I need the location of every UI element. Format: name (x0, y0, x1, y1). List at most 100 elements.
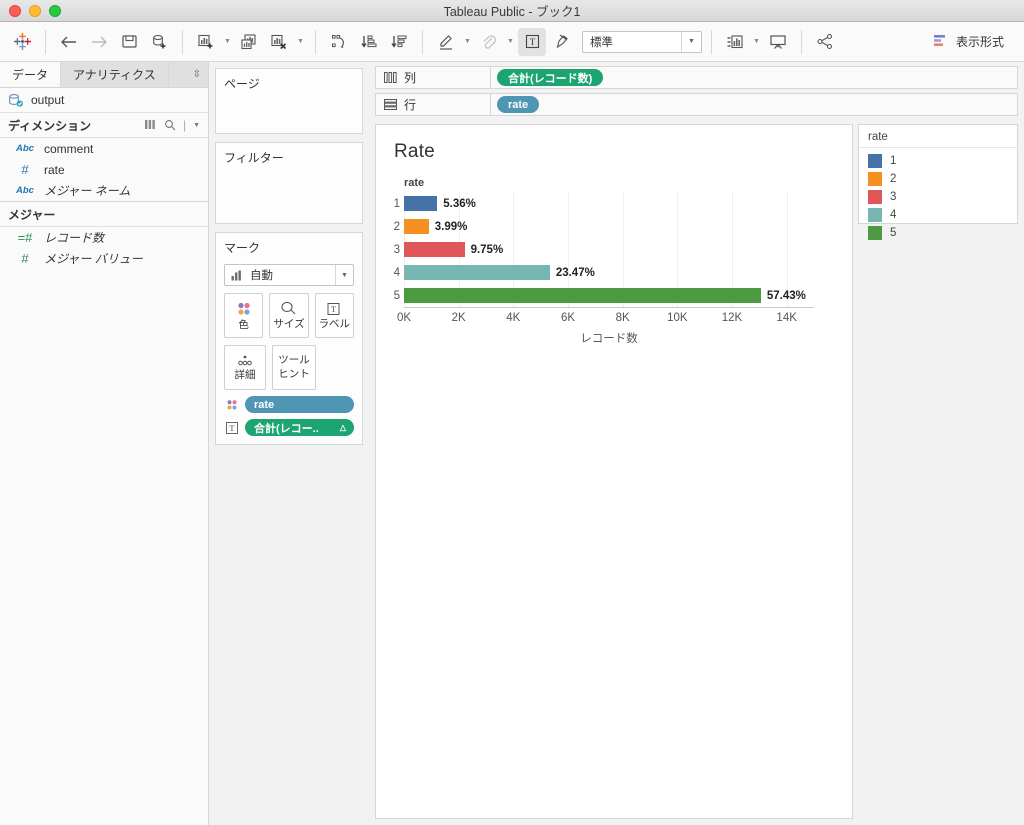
legend-item[interactable]: 2 (868, 170, 1017, 188)
grid-view-icon[interactable] (144, 120, 157, 130)
text-tool-icon[interactable]: T (518, 27, 546, 56)
marks-detail-label: 詳細 (234, 369, 256, 382)
close-window-button[interactable] (9, 4, 21, 17)
chart-bar-row[interactable]: 2 3.99% (394, 215, 814, 238)
rows-pill-rate[interactable]: rate (497, 96, 540, 113)
chart-title: Rate (394, 141, 435, 162)
x-axis-tick-label: 10K (667, 312, 688, 324)
columns-shelf-drop[interactable]: 合計(レコード数) (491, 66, 1018, 89)
dimension-field-measure-names[interactable]: Abc メジャー ネーム (0, 180, 208, 201)
x-axis-title: レコード数 (580, 333, 638, 345)
x-axis-tick-label: 0K (396, 312, 412, 324)
mark-type-select[interactable]: 自動 ▼ (224, 264, 354, 286)
columns-pill-label: 合計(レコード数) (508, 72, 593, 85)
color-legend[interactable]: rate 1 2 3 4 5 (858, 124, 1018, 240)
new-worksheet-dropdown-icon[interactable]: ▼ (222, 28, 233, 56)
clear-sheet-dropdown-icon[interactable]: ▼ (295, 28, 306, 56)
pane-resize-handle[interactable]: ⇳ (168, 62, 208, 87)
new-worksheet-icon[interactable] (192, 28, 220, 56)
x-axis: 0K 2K 4K 6K 8K 10K 12K 14K (397, 307, 814, 329)
chevron-down-icon[interactable]: ▼ (193, 122, 200, 129)
new-data-source-icon[interactable] (145, 28, 173, 56)
chart-bar-row[interactable]: 3 9.75% (394, 238, 814, 261)
label-icon: T (326, 301, 342, 317)
window-controls[interactable] (0, 4, 61, 17)
size-icon (279, 300, 299, 317)
columns-pill-sum-records[interactable]: 合計(レコード数) (497, 69, 604, 86)
search-icon[interactable] (164, 119, 176, 131)
marks-color-button[interactable]: 色 (224, 293, 264, 338)
filters-card[interactable]: フィルター (215, 142, 363, 224)
worksheet-canvas[interactable]: Rate rate 1 5.36% 2 3.99% 3 9.75% 4 23.47% 5 57.4… (375, 124, 853, 819)
pin-icon[interactable] (548, 28, 576, 56)
highlighter-dropdown-icon[interactable]: ▼ (462, 28, 473, 56)
x-axis-tick-label: 2K (451, 312, 466, 324)
marks-size-label: サイズ (273, 318, 305, 331)
tableau-logo-icon[interactable] (8, 28, 36, 56)
measure-field-record-count[interactable]: =# レコード数 (0, 227, 208, 248)
chart-bar[interactable] (404, 242, 465, 257)
duplicate-sheet-icon[interactable] (235, 28, 263, 56)
chart-bar-row[interactable]: 5 57.43% (394, 284, 814, 307)
clear-sheet-icon[interactable] (265, 28, 293, 56)
chart-bar[interactable] (404, 196, 438, 211)
legend-item[interactable]: 1 (868, 152, 1017, 170)
rows-shelf-drop[interactable]: rate (491, 93, 1018, 116)
marks-label-button[interactable]: T ラベル (314, 293, 354, 338)
show-mark-labels-icon[interactable] (721, 28, 749, 56)
back-arrow-icon[interactable] (55, 28, 83, 56)
dimension-field-rate[interactable]: # rate (0, 159, 208, 180)
rows-label-text: 行 (404, 98, 417, 112)
pages-card-title: ページ (224, 77, 260, 91)
share-icon[interactable] (811, 28, 839, 56)
paperclip-icon[interactable] (475, 28, 503, 56)
color-icon (224, 398, 240, 412)
sort-ascending-icon[interactable] (355, 28, 383, 56)
legend-item[interactable]: 3 (868, 188, 1017, 206)
chart-bar[interactable] (404, 265, 550, 280)
show-me-button[interactable]: 表示形式 (927, 29, 1010, 54)
dimension-field-comment[interactable]: Abc comment (0, 138, 208, 159)
chevron-down-icon[interactable]: ▼ (681, 31, 701, 52)
left-pane: データ アナリティクス ⇳ output ディメンション | ▼ Abc com… (0, 62, 209, 825)
marks-tooltip-button[interactable]: ツール ヒント (272, 345, 316, 390)
annotation-group: ▼ ▼ T 標準 ▼ (432, 27, 702, 56)
tab-data[interactable]: データ (0, 62, 62, 87)
bar-value-label: 57.43% (766, 289, 806, 302)
measure-field-measure-values[interactable]: # メジャー バリュー (0, 248, 208, 269)
chart-bar[interactable] (404, 219, 429, 234)
chevron-down-icon[interactable]: ▼ (335, 265, 353, 285)
show-labels-dropdown-icon[interactable]: ▼ (751, 28, 762, 56)
shelves: 列 合計(レコード数) 行 rate (369, 62, 1024, 120)
chart-bar[interactable] (404, 288, 761, 303)
pages-card[interactable]: ページ (215, 68, 363, 134)
save-icon[interactable] (115, 28, 143, 56)
swap-rows-columns-icon[interactable] (325, 28, 353, 56)
viz-area: 列 合計(レコード数) 行 rate Rate rate 1 5.36% 2 3… (369, 62, 1024, 825)
sort-descending-icon[interactable] (385, 28, 413, 56)
presentation-mode-icon[interactable] (764, 28, 792, 56)
marks-pill-sum-records[interactable]: 合計(レコー.. △ (245, 419, 354, 436)
data-source-item[interactable]: output (0, 88, 208, 113)
rows-shelf[interactable]: 行 rate (375, 93, 1018, 116)
x-axis-tick-label: 4K (506, 312, 521, 324)
chart-bar-row[interactable]: 1 5.36% (394, 192, 814, 215)
minimize-window-button[interactable] (29, 4, 41, 17)
chart-bar-row[interactable]: 4 23.47% (394, 261, 814, 284)
forward-arrow-icon[interactable] (85, 28, 113, 56)
fit-select[interactable]: 標準 ▼ (582, 30, 702, 53)
legend-item[interactable]: 4 (868, 206, 1017, 224)
tab-analytics[interactable]: アナリティクス (61, 62, 169, 87)
attach-dropdown-icon[interactable]: ▼ (505, 28, 516, 56)
marks-size-button[interactable]: サイズ (269, 293, 309, 338)
highlighter-icon[interactable] (432, 28, 460, 56)
columns-shelf[interactable]: 列 合計(レコード数) (375, 66, 1018, 89)
mark-type-value: 自動 (250, 270, 273, 282)
marks-pill-rate-row: rate (224, 396, 354, 413)
marks-detail-button[interactable]: 詳細 (224, 345, 266, 390)
maximize-window-button[interactable] (49, 4, 61, 17)
field-type-icon: # (21, 162, 29, 177)
legend-item[interactable]: 5 (868, 224, 1017, 242)
measures-header: メジャー (0, 202, 208, 227)
marks-pill-rate[interactable]: rate (245, 396, 354, 413)
